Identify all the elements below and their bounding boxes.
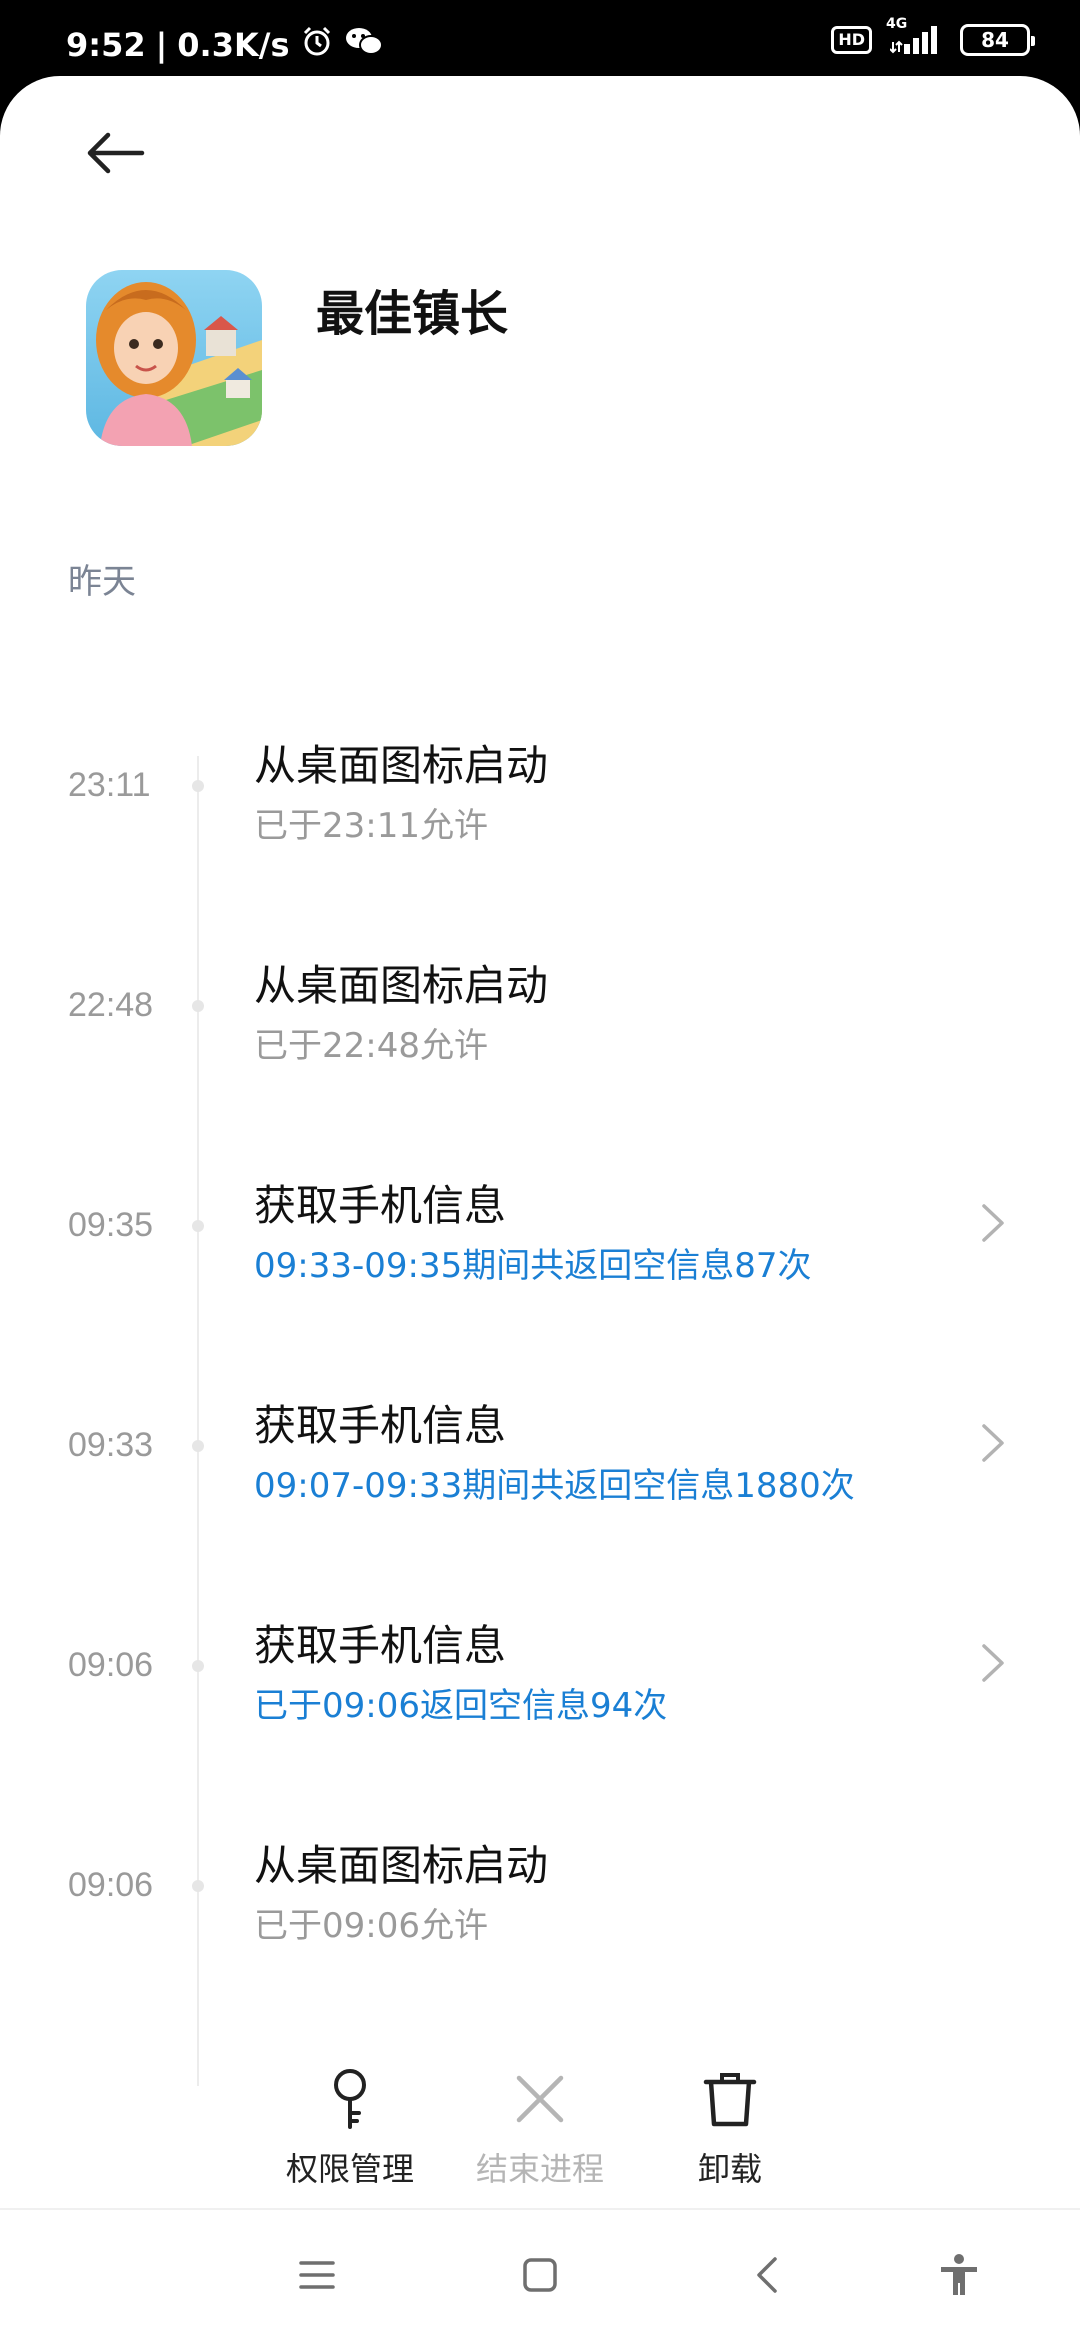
- action-bar: 权限管理 结束进程 卸载: [0, 2024, 1080, 2204]
- entry-title: 获取手机信息: [254, 1401, 507, 1450]
- entry-title: 获取手机信息: [254, 1181, 507, 1230]
- timeline-dot: [192, 1000, 204, 1012]
- key-icon: [315, 2064, 385, 2134]
- signal-icon: 4G: [886, 16, 942, 56]
- timeline-entry: 09:06 从桌面图标启动 已于09:06允许: [0, 1804, 1080, 1974]
- timeline-dot: [192, 1880, 204, 1892]
- timeline-dot: [192, 1440, 204, 1452]
- status-time: 9:52: [66, 26, 146, 64]
- timeline-entry[interactable]: 09:06 获取手机信息 已于09:06返回空信息94次: [0, 1584, 1080, 1754]
- entry-subtitle: 09:07-09:33期间共返回空信息1880次: [254, 1466, 855, 1506]
- chevron-right-icon: [982, 1644, 1004, 1682]
- section-date-label: 昨天: [68, 562, 136, 602]
- uninstall-button[interactable]: 卸载: [640, 2024, 820, 2190]
- app-title: 最佳镇长: [316, 286, 509, 342]
- arrow-left-icon: [87, 132, 145, 174]
- alarm-icon: [300, 24, 334, 66]
- status-left: 9:52 | 0.3K/s: [66, 24, 384, 66]
- timeline-dot: [192, 1220, 204, 1232]
- trash-icon: [695, 2064, 765, 2134]
- end-process-button[interactable]: 结束进程: [450, 2024, 630, 2190]
- timeline-entry: 23:11 从桌面图标启动 已于23:11允许: [0, 704, 1080, 874]
- entry-subtitle: 已于22:48允许: [254, 1026, 488, 1066]
- home-square-icon: [523, 2258, 557, 2292]
- entry-title: 获取手机信息: [254, 1621, 507, 1670]
- timeline-entry[interactable]: 09:35 获取手机信息 09:33-09:35期间共返回空信息87次: [0, 1144, 1080, 1314]
- nav-back-button[interactable]: [732, 2240, 802, 2310]
- nav-home-button[interactable]: [505, 2240, 575, 2310]
- status-right: HD 4G 84: [831, 16, 1035, 56]
- chevron-right-icon: [982, 1204, 1004, 1242]
- back-chevron-icon: [757, 2257, 777, 2293]
- entry-time: 09:06: [68, 1646, 154, 1684]
- timeline-entry: 22:48 从桌面图标启动 已于22:48允许: [0, 924, 1080, 1094]
- hd-badge: HD: [831, 26, 872, 54]
- entry-title: 从桌面图标启动: [254, 741, 549, 790]
- entry-time: 22:48: [68, 986, 154, 1024]
- menu-icon: [299, 2261, 335, 2289]
- nav-menu-button[interactable]: [282, 2240, 352, 2310]
- entry-time: 09:33: [68, 1426, 154, 1464]
- entry-time: 23:11: [68, 766, 151, 804]
- entry-subtitle: 已于23:11允许: [254, 806, 488, 846]
- network-type: 4G: [886, 16, 908, 32]
- timeline-dot: [192, 1660, 204, 1672]
- entry-time: 09:35: [68, 1206, 154, 1244]
- entry-title: 从桌面图标启动: [254, 961, 549, 1010]
- permissions-button[interactable]: 权限管理: [260, 2024, 440, 2190]
- battery-indicator: 84: [960, 24, 1035, 56]
- app-icon: [86, 270, 262, 446]
- timeline-dot: [192, 780, 204, 792]
- permissions-label: 权限管理: [285, 2150, 414, 2188]
- entry-subtitle: 已于09:06返回空信息94次: [254, 1686, 668, 1726]
- accessibility-icon: [941, 2254, 977, 2295]
- app-usage-sheet: 最佳镇长 昨天 23:11 从桌面图标启动 已于23:11允许 22:48 从桌…: [0, 76, 1080, 2340]
- navigation-bar: [0, 2210, 1080, 2340]
- entry-time: 09:06: [68, 1866, 154, 1904]
- entry-title: 从桌面图标启动: [254, 1841, 549, 1890]
- close-x-icon: [505, 2064, 575, 2134]
- end-process-label: 结束进程: [475, 2150, 604, 2188]
- status-bar: 9:52 | 0.3K/s HD 4G 84: [0, 0, 1080, 80]
- entry-subtitle: 09:33-09:35期间共返回空信息87次: [254, 1246, 812, 1286]
- chevron-right-icon: [982, 1424, 1004, 1462]
- entry-subtitle: 已于09:06允许: [254, 1906, 488, 1946]
- network-speed: 0.3K/s: [177, 26, 290, 64]
- timeline-entry[interactable]: 09:33 获取手机信息 09:07-09:33期间共返回空信息1880次: [0, 1364, 1080, 1534]
- back-button[interactable]: [80, 126, 150, 180]
- uninstall-label: 卸载: [697, 2150, 762, 2188]
- wechat-icon: [344, 24, 384, 66]
- nav-accessibility-button[interactable]: [924, 2240, 994, 2310]
